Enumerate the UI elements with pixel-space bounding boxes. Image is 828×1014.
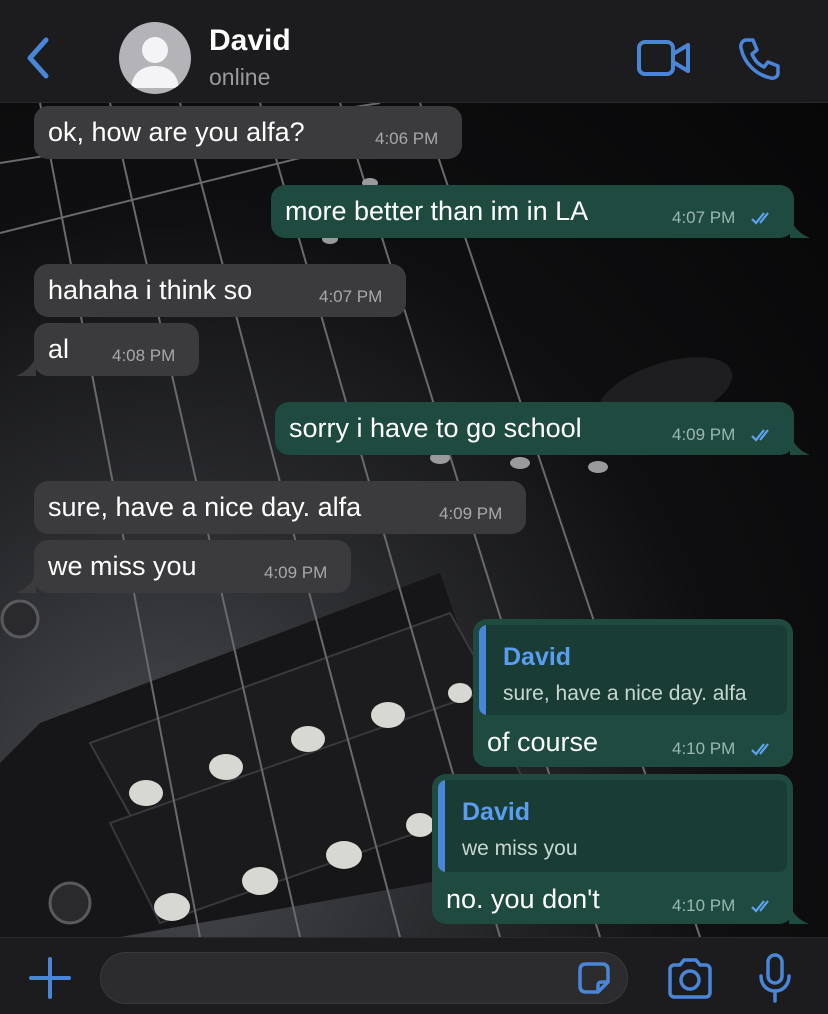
quote-accent-bar (438, 780, 445, 872)
quote-accent-bar (479, 625, 486, 715)
bubble-tail (790, 218, 810, 238)
quoted-message[interactable]: David we miss you (438, 780, 787, 872)
message-time: 4:09 PM (439, 504, 503, 523)
double-check-icon (751, 900, 769, 913)
bubble-tail (16, 573, 36, 593)
quoted-message[interactable]: David sure, have a nice day. alfa (479, 625, 787, 715)
message-bubble-outgoing[interactable]: sorry i have to go school 4:09 PM (275, 402, 794, 455)
bubble-tail (790, 435, 810, 455)
message-text: we miss you (48, 551, 197, 581)
message-bubble-outgoing[interactable]: David we miss you no. you don't 4:10 PM (432, 774, 793, 924)
double-check-icon (751, 743, 769, 756)
message-input[interactable] (100, 952, 628, 1004)
message-text: hahaha i think so (48, 275, 253, 305)
phone-icon[interactable] (736, 36, 782, 82)
message-bubble-incoming[interactable]: hahaha i think so 4:07 PM (34, 264, 406, 317)
person-icon (131, 37, 179, 88)
video-camera-icon[interactable] (636, 38, 692, 78)
avatar[interactable] (119, 22, 191, 94)
chat-area: ok, how are you alfa? 4:06 PM more bette… (0, 103, 828, 937)
message-bubble-incoming[interactable]: al 4:08 PM (34, 323, 199, 376)
message-text: of course (487, 727, 599, 757)
message-time: 4:07 PM (319, 287, 383, 306)
contact-name[interactable]: David (209, 24, 291, 58)
double-check-icon (751, 212, 769, 225)
message-time: 4:08 PM (112, 346, 176, 365)
double-check-icon (751, 429, 769, 442)
message-text: no. you don't (446, 884, 600, 914)
contact-status: online (209, 64, 271, 90)
message-time: 4:07 PM (672, 208, 736, 227)
microphone-icon[interactable] (758, 952, 792, 1004)
quoted-author: David (503, 643, 572, 671)
message-time: 4:10 PM (672, 739, 736, 758)
message-time: 4:10 PM (672, 896, 736, 915)
camera-icon[interactable] (666, 957, 714, 999)
message-bubble-incoming[interactable]: sure, have a nice day. alfa 4:09 PM (34, 481, 526, 534)
plus-icon[interactable] (28, 956, 72, 1000)
sticker-icon[interactable] (574, 958, 614, 998)
chevron-left-icon[interactable] (22, 36, 56, 80)
message-text: ok, how are you alfa? (48, 117, 305, 147)
quoted-text: we miss you (462, 837, 578, 860)
message-bubble-outgoing[interactable]: more better than im in LA 4:07 PM (271, 185, 794, 238)
bubble-tail (16, 356, 36, 376)
quoted-author: David (462, 798, 531, 826)
message-bubble-outgoing[interactable]: David sure, have a nice day. alfa of cou… (473, 619, 793, 767)
chat-header: David online (0, 0, 828, 103)
bubble-tail (789, 904, 809, 924)
message-bubble-incoming[interactable]: ok, how are you alfa? 4:06 PM (34, 106, 462, 159)
message-text: sorry i have to go school (289, 413, 582, 443)
message-bubble-incoming[interactable]: we miss you 4:09 PM (34, 540, 351, 593)
message-time: 4:09 PM (264, 563, 328, 582)
message-text: more better than im in LA (285, 196, 589, 226)
quoted-text: sure, have a nice day. alfa (503, 682, 747, 705)
message-text: al (48, 334, 70, 364)
message-text: sure, have a nice day. alfa (48, 492, 362, 522)
message-time: 4:09 PM (672, 425, 736, 444)
message-time: 4:06 PM (375, 129, 439, 148)
